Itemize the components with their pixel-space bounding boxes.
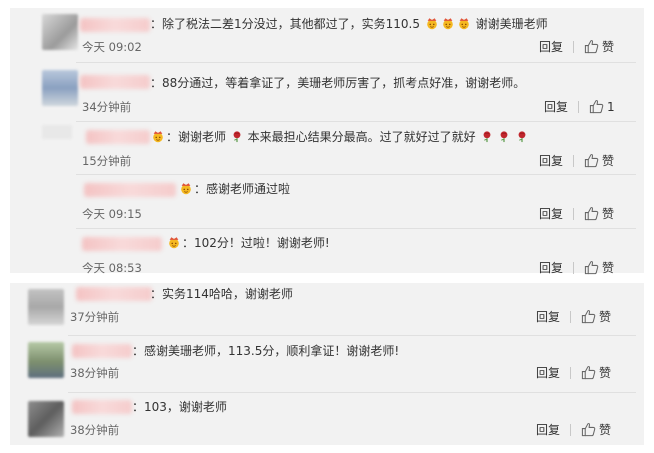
comment-item: ：实务114哈哈，谢谢老师 37分钟前 回复 赞 [10, 283, 644, 335]
avatar[interactable] [28, 401, 64, 437]
comment-time: 37分钟前 [70, 310, 120, 324]
comment-time: 今天 08:53 [82, 261, 142, 275]
comment-text: ：感谢美珊老师，113.5分，顺利拿证！谢谢老师! [132, 344, 400, 358]
thumbs-up-icon [584, 153, 599, 168]
comment-item: ：102分！过啦！谢谢老师! 今天 08:53 回复 赞 [10, 229, 644, 275]
username-blurred[interactable] [72, 400, 132, 414]
like-button[interactable]: 赞 [581, 309, 611, 324]
comment-text: ：88分通过，等着拿证了，美珊老师厉害了，抓考点好准，谢谢老师。 [150, 76, 526, 90]
separator [570, 424, 571, 436]
like-button[interactable]: 赞 [584, 39, 614, 54]
avatar[interactable] [28, 342, 64, 378]
username-blurred[interactable] [80, 18, 150, 32]
comment-text: ：102分！过啦！谢谢老师! [166, 235, 330, 251]
rose-icon [498, 130, 510, 143]
like-button[interactable]: 1 [589, 99, 615, 114]
username-blurred[interactable] [80, 75, 150, 89]
crown-emoji-icon [151, 130, 165, 143]
avatar[interactable] [42, 125, 72, 139]
reply-button[interactable]: 回复 [536, 310, 560, 324]
separator [573, 208, 574, 220]
crown-emoji-icon [167, 236, 181, 249]
comment-text: ：实务114哈哈，谢谢老师 [150, 287, 293, 301]
comment-time: 38分钟前 [70, 423, 120, 437]
reply-button[interactable]: 回复 [539, 40, 563, 54]
comment-item: ：感谢美珊老师，113.5分，顺利拿证！谢谢老师! 38分钟前 回复 赞 [10, 336, 644, 392]
comment-time: 34分钟前 [82, 100, 132, 114]
comment-time: 今天 09:15 [82, 207, 142, 221]
crown-emoji-icon [441, 17, 455, 30]
thumbs-up-icon [584, 39, 599, 54]
reply-button[interactable]: 回复 [539, 207, 563, 221]
separator [578, 101, 579, 113]
comment-text: ：谢谢老师 本来最担心结果分最高。过了就好过了就好 [150, 129, 529, 145]
rose-icon [231, 130, 243, 143]
reply-button[interactable]: 回复 [536, 366, 560, 380]
comment-time: 15分钟前 [82, 154, 132, 168]
username-blurred[interactable] [82, 237, 162, 251]
like-button[interactable]: 赞 [584, 260, 614, 275]
like-button[interactable]: 赞 [584, 206, 614, 221]
rose-icon [516, 130, 528, 143]
reply-button[interactable]: 回复 [539, 261, 563, 275]
reply-button[interactable]: 回复 [536, 423, 560, 437]
separator [573, 262, 574, 274]
comment-time: 今天 09:02 [82, 40, 142, 54]
comment-text: ：感谢老师通过啦 [178, 181, 290, 197]
thumbs-up-icon [581, 422, 596, 437]
comment-item: ：88分通过，等着拿证了，美珊老师厉害了，抓考点好准，谢谢老师。 34分钟前 回… [10, 63, 644, 121]
username-blurred[interactable] [72, 344, 132, 358]
like-button[interactable]: 赞 [584, 153, 614, 168]
crown-emoji-icon [425, 17, 439, 30]
crown-emoji-icon [457, 17, 471, 30]
username-blurred[interactable] [84, 183, 176, 197]
avatar[interactable] [28, 289, 64, 325]
avatar[interactable] [42, 70, 78, 106]
like-button[interactable]: 赞 [581, 365, 611, 380]
comment-text: ：除了税法二差1分没过，其他都过了，实务110.5 谢谢美珊老师 [150, 17, 548, 31]
separator [570, 311, 571, 323]
thumbs-up-icon [584, 206, 599, 221]
reply-button[interactable]: 回复 [539, 154, 563, 168]
comment-time: 38分钟前 [70, 366, 120, 380]
comment-item: ：谢谢老师 本来最担心结果分最高。过了就好过了就好 15分钟前 回复 赞 [10, 122, 644, 174]
separator [573, 41, 574, 53]
thumbs-up-icon [589, 99, 604, 114]
username-blurred[interactable] [76, 287, 152, 301]
comment-item: ：除了税法二差1分没过，其他都过了，实务110.5 谢谢美珊老师 今天 09:0… [10, 8, 644, 62]
comments-panel-bottom: ：实务114哈哈，谢谢老师 37分钟前 回复 赞 ：感谢美珊老师，113.5分，… [10, 283, 644, 445]
comment-text: ：103，谢谢老师 [132, 400, 227, 414]
username-blurred[interactable] [86, 130, 150, 144]
thumbs-up-icon [584, 260, 599, 275]
like-button[interactable]: 赞 [581, 422, 611, 437]
thumbs-up-icon [581, 309, 596, 324]
reply-button[interactable]: 回复 [544, 100, 568, 114]
avatar[interactable] [42, 14, 78, 50]
separator [570, 367, 571, 379]
comment-item: ：103，谢谢老师 38分钟前 回复 赞 [10, 393, 644, 445]
comments-panel-top: ：除了税法二差1分没过，其他都过了，实务110.5 谢谢美珊老师 今天 09:0… [10, 8, 644, 275]
separator [573, 155, 574, 167]
rose-icon [481, 130, 493, 143]
comment-item: ：感谢老师通过啦 今天 09:15 回复 赞 [10, 175, 644, 228]
crown-emoji-icon [179, 182, 193, 195]
thumbs-up-icon [581, 365, 596, 380]
